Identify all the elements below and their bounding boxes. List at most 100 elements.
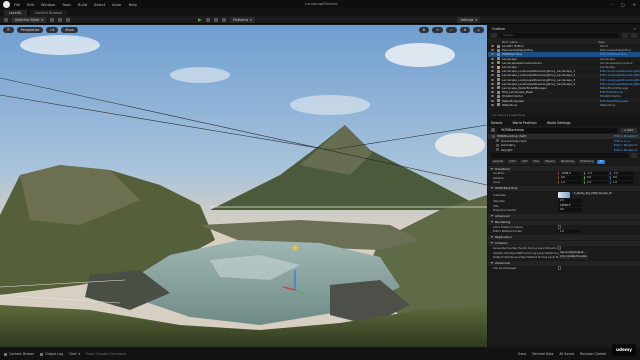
menu-select[interactable]: Select [94, 3, 105, 7]
output-log-button[interactable]: Output Log [40, 352, 63, 356]
z-field[interactable]: 0.0 [610, 176, 634, 180]
add-actor-icon[interactable] [50, 17, 54, 22]
component-row[interactable]: Skylight Edit in Blueprint [488, 148, 640, 153]
visibility-eye-icon[interactable] [491, 78, 494, 81]
add-filter-icon[interactable] [491, 33, 497, 38]
scale-tool-icon[interactable]: ⤢ [445, 27, 457, 33]
show-button[interactable]: Show [61, 27, 78, 33]
menu-help[interactable]: Help [129, 3, 137, 7]
col-item-label[interactable]: Item Label [502, 40, 518, 44]
filter-tab[interactable]: Actor [507, 159, 519, 165]
menu-window[interactable]: Window [41, 3, 55, 7]
tab-content-browser[interactable]: Content Browser [29, 9, 68, 16]
skip-icon[interactable] [206, 17, 210, 22]
level-viewport[interactable]: ☰ Perspective Lit Show ✥ ↻ ⤢ # ◎ [0, 25, 487, 347]
z-field[interactable]: 1.0 [610, 180, 634, 185]
visibility-eye-icon[interactable] [491, 49, 494, 52]
section-replication[interactable]: Replication [488, 234, 640, 240]
visibility-eye-icon[interactable] [491, 86, 494, 89]
cubemap-value[interactable]: T_Ready_Sky_HDRI_Sunset_4K [572, 191, 612, 196]
z-field[interactable]: -7.0 [610, 171, 634, 176]
visibility-eye-icon[interactable] [491, 66, 494, 69]
trace-button[interactable]: Trace [518, 352, 526, 356]
visibility-eye-icon[interactable] [491, 70, 494, 73]
projection-value[interactable]: 0.0 [558, 208, 582, 213]
y-field[interactable]: 0.0 [584, 176, 608, 180]
close-icon[interactable]: ✕ [633, 27, 636, 31]
outliner-search-input[interactable]: Search... [500, 33, 619, 38]
update-overlaps-dropdown[interactable]: Use Config Default [558, 250, 588, 255]
content-drawer-button[interactable]: Content Drawer [4, 352, 34, 356]
add-component-button[interactable]: + Add [619, 127, 637, 133]
menu-edit[interactable]: Edit [27, 3, 34, 7]
y-field[interactable]: 1.0 [584, 180, 608, 185]
blueprint-icon[interactable] [58, 17, 62, 22]
close-icon[interactable]: ✕ [633, 2, 636, 7]
viewport-options-button[interactable]: ☰ [3, 27, 14, 33]
tab-details[interactable]: Details [491, 121, 502, 125]
y-field[interactable]: -7.4 [584, 171, 608, 176]
actor-name-field[interactable]: HDRIBackdrop [498, 127, 617, 133]
options-icon[interactable] [222, 17, 226, 22]
size-value[interactable]: 16000.0 [558, 203, 582, 208]
filter-tab[interactable]: All [597, 159, 605, 165]
settings-dropdown[interactable]: Settings ▾ [457, 16, 480, 23]
settings-gear-icon[interactable] [631, 33, 637, 38]
menu-actor[interactable]: Actor [112, 3, 121, 7]
visibility-eye-icon[interactable] [491, 82, 494, 85]
filter-tab[interactable]: LOD [520, 159, 530, 165]
mode-dropdown[interactable]: Selection Mode ▾ [12, 16, 46, 23]
component-edit-link[interactable]: Edit in Blueprint [614, 148, 637, 152]
cinematics-icon[interactable] [66, 17, 70, 22]
grid-snap-icon[interactable]: # [459, 27, 471, 33]
visibility-eye-icon[interactable] [491, 103, 494, 106]
all-saved-label[interactable]: All Saved [559, 352, 574, 356]
filter-tab[interactable]: Physics [543, 159, 557, 165]
x-field[interactable]: 1.0 [558, 180, 582, 185]
default-overlaps-dropdown[interactable]: Only Update Movable [558, 255, 588, 260]
visibility-eye-icon[interactable] [491, 53, 494, 56]
tab-level[interactable]: Level01 [4, 9, 27, 16]
revision-control-button[interactable]: Revision Control [580, 352, 606, 356]
save-icon[interactable] [4, 17, 8, 22]
visibility-eye-icon[interactable] [491, 74, 494, 77]
hidden-in-game-checkbox[interactable] [558, 225, 562, 229]
cmd-dropdown[interactable]: Cmd ▾ [69, 352, 80, 356]
translate-tool-icon[interactable]: ✥ [418, 27, 430, 33]
menu-file[interactable]: File [14, 3, 20, 7]
cubemap-thumbnail[interactable] [558, 191, 570, 198]
billboard-scale-value[interactable]: 1.0 [558, 229, 582, 234]
camera-speed-icon[interactable]: ◎ [473, 27, 484, 33]
filter-icon[interactable] [622, 33, 628, 38]
visibility-eye-icon[interactable] [491, 45, 494, 48]
lit-button[interactable]: Lit [46, 27, 59, 33]
visibility-eye-icon[interactable] [491, 91, 494, 94]
section-advanced[interactable]: Advanced [488, 213, 640, 219]
menu-tools[interactable]: Tools [62, 3, 71, 7]
visibility-eye-icon[interactable] [491, 57, 494, 60]
console-input[interactable]: Enter Console Command [86, 352, 126, 356]
menu-build[interactable]: Build [78, 3, 87, 7]
intensity-value[interactable]: 2.5 [558, 199, 582, 203]
platforms-dropdown[interactable]: Platforms ▾ [230, 16, 255, 23]
stop-icon[interactable] [214, 17, 218, 22]
visibility-eye-icon[interactable] [491, 95, 494, 98]
details-search-input[interactable] [491, 153, 628, 158]
filter-tab[interactable]: Misc [531, 159, 542, 165]
derived-data-button[interactable]: Derived Data [532, 352, 553, 356]
details-settings-icon[interactable] [631, 153, 637, 158]
tab-world-partition[interactable]: World Partition [512, 121, 536, 125]
can-be-damaged-checkbox[interactable] [558, 266, 562, 270]
x-field[interactable]: -1566.0 [558, 171, 582, 176]
visibility-eye-icon[interactable] [491, 99, 494, 102]
filter-tab[interactable]: Streaming [578, 159, 596, 165]
x-field[interactable]: 0.0 [558, 176, 582, 180]
overlap-events-checkbox[interactable] [558, 246, 562, 250]
maximize-icon[interactable]: □ [621, 2, 625, 7]
tab-world-settings[interactable]: World Settings [547, 121, 571, 125]
perspective-button[interactable]: Perspective [16, 27, 44, 33]
col-type[interactable]: Type [598, 40, 605, 44]
minimize-icon[interactable]: – [611, 2, 613, 7]
outliner-row[interactable]: WaterZone WaterZone [488, 103, 640, 107]
visibility-eye-icon[interactable] [491, 61, 494, 64]
